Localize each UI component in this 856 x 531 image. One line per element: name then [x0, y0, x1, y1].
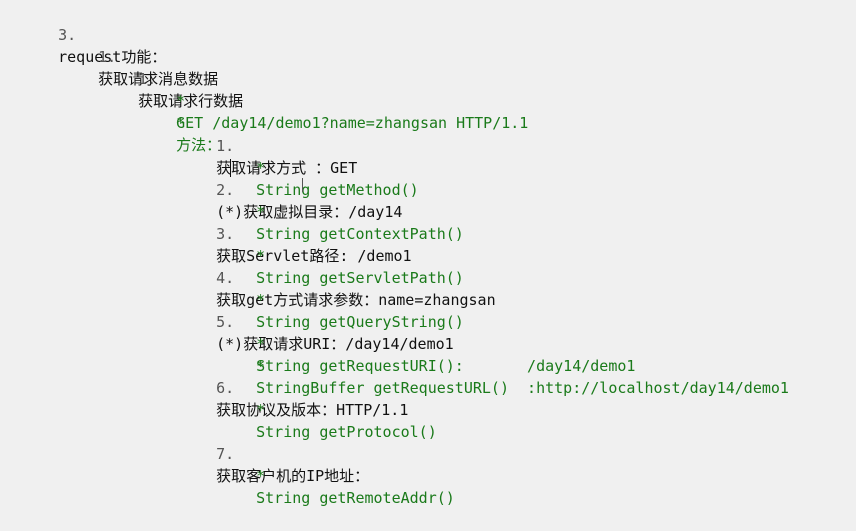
- list-item: * 方法：: [140, 90, 221, 154]
- list-item: 4. 获取get方式请求参数：name=zhangsan: [180, 245, 496, 309]
- list-item: * String getQueryString(): [220, 267, 464, 331]
- list-item: * String getRemoteAddr(): [220, 443, 455, 507]
- list-item: 1. 获取请求方式 ：GET: [180, 113, 357, 177]
- list-item: * String getContextPath(): [220, 179, 464, 243]
- list-item: 7. 获取客户机的IP地址：: [180, 421, 369, 485]
- document-body: 3. request功能： 1. 获取请求消息数据 1. 获取请求行数据 * G…: [0, 0, 856, 507]
- list-item: * GET /day14/demo1?name=zhangsan HTTP/1.…: [140, 68, 528, 132]
- ibeam-cursor: [302, 178, 303, 192]
- list-item: 1. 获取请求消息数据: [62, 24, 218, 88]
- list-item: * String getRequestURI(): /day14/demo1: [220, 311, 635, 375]
- list-text: String getRemoteAddr(): [256, 489, 455, 507]
- list-item: 2. (*)获取虚拟目录：/day14: [180, 157, 402, 221]
- list-item: 6. 获取协议及版本：HTTP/1.1: [180, 355, 408, 419]
- text-cursor: [230, 159, 231, 177]
- bullet: *: [256, 467, 266, 485]
- list-item: 3. 获取Servlet路径: /demo1: [180, 201, 411, 265]
- list-item: * String getProtocol(): [220, 377, 437, 441]
- list-item: * String getMethod(): [220, 135, 419, 199]
- list-item: 3. request功能：: [22, 2, 166, 66]
- list-item: 1. 获取请求行数据: [102, 46, 243, 110]
- list-item: * StringBuffer getRequestURL() :http://l…: [220, 333, 789, 397]
- list-item: 5. (*)获取请求URI：/day14/demo1: [180, 289, 454, 353]
- bullet: *: [256, 401, 266, 419]
- list-item: * String getServletPath(): [220, 223, 464, 287]
